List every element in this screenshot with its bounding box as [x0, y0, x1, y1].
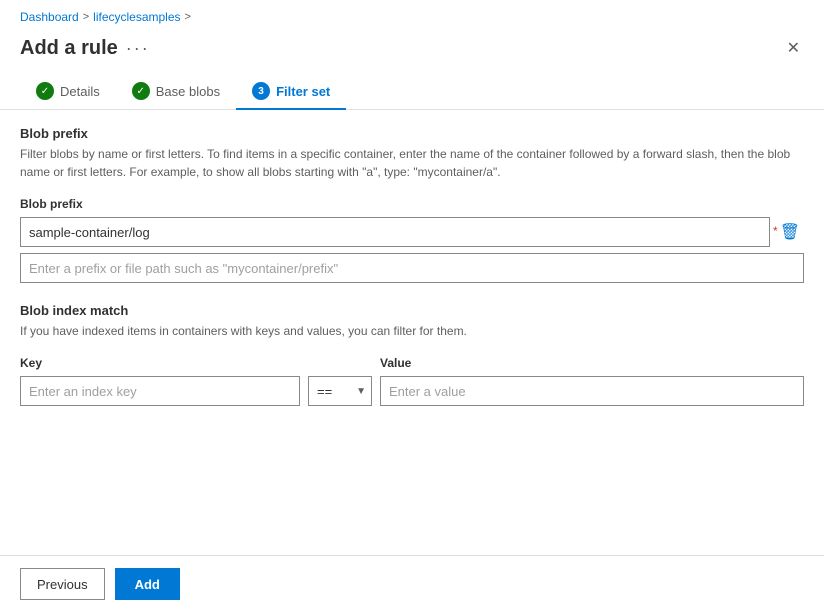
required-star: *: [773, 224, 778, 238]
key-label: Key: [20, 356, 300, 370]
tab-base-blobs-label: Base blobs: [156, 84, 220, 99]
tab-base-blobs[interactable]: ✓ Base blobs: [116, 74, 236, 110]
tab-filter-set-label: Filter set: [276, 84, 330, 99]
breadcrumb-separator-1: >: [83, 11, 89, 23]
tab-filter-set-number: 3: [252, 82, 270, 100]
breadcrumb: Dashboard > lifecyclesamples >: [0, 0, 824, 30]
prefix-input-2[interactable]: [20, 253, 804, 283]
blob-index-section-title: Blob index match: [20, 303, 804, 318]
tab-base-blobs-check: ✓: [132, 82, 150, 100]
value-col: Value: [380, 356, 804, 406]
panel-title-row: Add a rule ···: [20, 37, 150, 60]
operator-select-wrap: == != > >= < <= ▼: [308, 376, 372, 406]
tabs-row: ✓ Details ✓ Base blobs 3 Filter set: [0, 74, 824, 110]
operator-spacer: [308, 356, 372, 370]
add-button[interactable]: Add: [115, 568, 180, 600]
close-icon[interactable]: ✕: [783, 34, 804, 62]
key-value-headers: Key == != > >= < <= ▼ V: [20, 356, 804, 406]
blob-prefix-section-title: Blob prefix: [20, 126, 804, 141]
key-input[interactable]: [20, 376, 300, 406]
blob-index-section: Blob index match If you have indexed ite…: [20, 303, 804, 406]
tab-details[interactable]: ✓ Details: [20, 74, 116, 110]
previous-button[interactable]: Previous: [20, 568, 105, 600]
tab-filter-set[interactable]: 3 Filter set: [236, 74, 346, 110]
footer: Previous Add: [0, 555, 824, 612]
blob-prefix-section-desc: Filter blobs by name or first letters. T…: [20, 145, 804, 181]
prefix-row-1: * 🗑: [20, 217, 804, 247]
content-area: Blob prefix Filter blobs by name or firs…: [0, 110, 824, 422]
value-input[interactable]: [380, 376, 804, 406]
panel-title: Add a rule: [20, 37, 118, 60]
blob-prefix-field-label: Blob prefix: [20, 197, 804, 211]
operator-select[interactable]: == != > >= < <=: [308, 376, 372, 406]
delete-prefix-button[interactable]: 🗑: [776, 218, 804, 246]
more-options-icon[interactable]: ···: [126, 38, 150, 59]
prefix-input-wrap-1: *: [20, 217, 770, 247]
operator-col: == != > >= < <= ▼: [300, 356, 380, 406]
breadcrumb-separator-2: >: [185, 11, 191, 23]
tab-details-label: Details: [60, 84, 100, 99]
breadcrumb-lifecyclesamples[interactable]: lifecyclesamples: [93, 10, 180, 24]
prefix-row-2: [20, 253, 804, 283]
prefix-input-1[interactable]: [20, 217, 770, 247]
panel-header: Add a rule ··· ✕: [0, 30, 824, 74]
delete-icon: 🗑: [780, 222, 800, 242]
key-col-header: Key: [20, 356, 300, 406]
blob-index-section-desc: If you have indexed items in containers …: [20, 322, 804, 340]
tab-details-check: ✓: [36, 82, 54, 100]
value-label: Value: [380, 356, 804, 370]
breadcrumb-dashboard[interactable]: Dashboard: [20, 10, 79, 24]
